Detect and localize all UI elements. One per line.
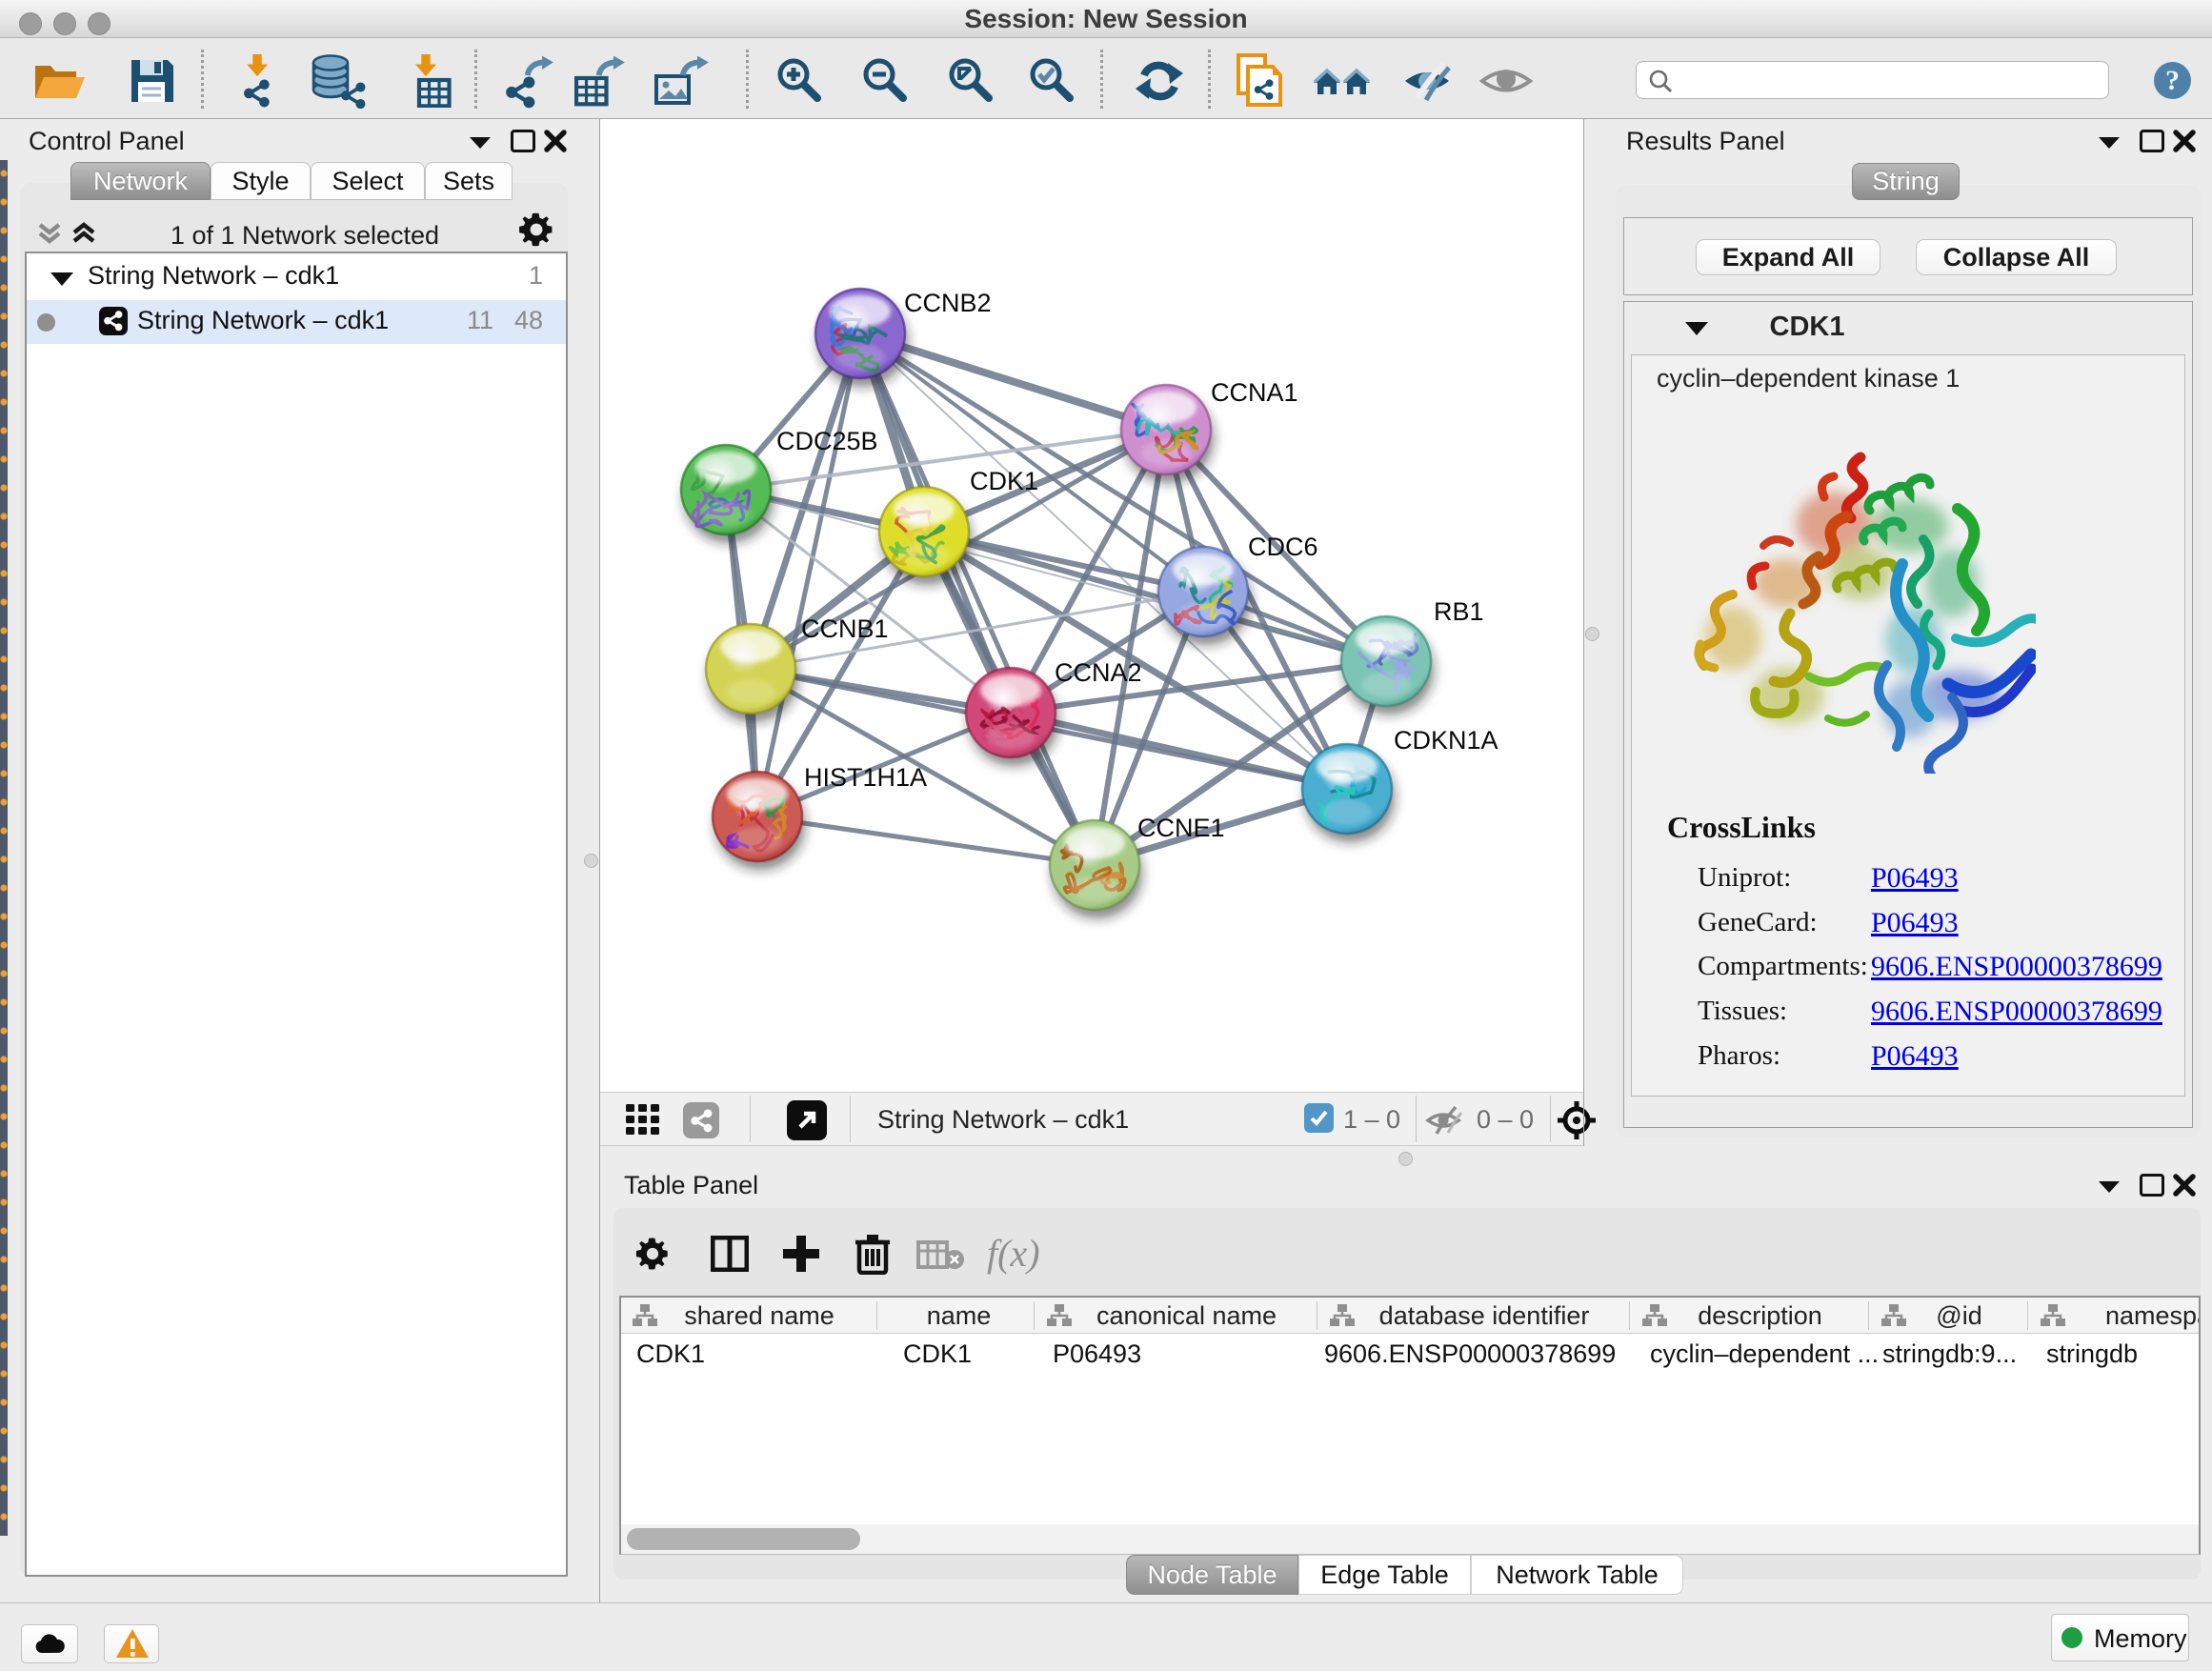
svg-text:HIST1H1A: HIST1H1A <box>804 763 927 792</box>
svg-text:CDK1: CDK1 <box>970 467 1038 495</box>
svg-text:CCNA1: CCNA1 <box>1211 378 1298 407</box>
svg-text:CDKN1A: CDKN1A <box>1394 726 1498 755</box>
svg-text:CCNB1: CCNB1 <box>801 614 889 643</box>
svg-text:CCNE1: CCNE1 <box>1137 814 1225 842</box>
svg-text:CCNB2: CCNB2 <box>904 289 992 317</box>
svg-text:CDC6: CDC6 <box>1248 533 1318 561</box>
svg-text:CDC25B: CDC25B <box>776 427 878 455</box>
svg-text:RB1: RB1 <box>1434 597 1484 626</box>
svg-text:CCNA2: CCNA2 <box>1055 658 1142 687</box>
